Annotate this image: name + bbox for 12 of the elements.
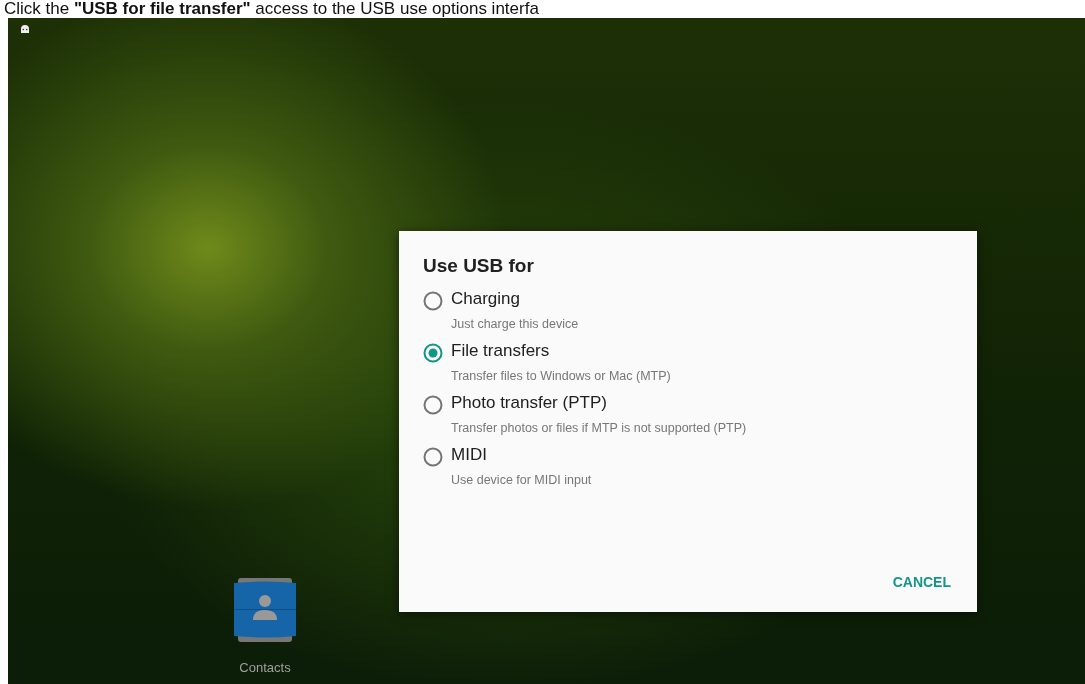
option-description: Transfer files to Windows or Mac (MTP) xyxy=(451,369,671,383)
option-label[interactable]: File transfers xyxy=(451,341,671,361)
option-description: Just charge this device xyxy=(451,317,579,331)
option-label[interactable]: MIDI xyxy=(451,445,592,465)
caption-text: Click the "USB for file transfer" access to the USB use options interfa xyxy=(3,0,540,18)
dialog-title: Use USB for xyxy=(423,255,535,277)
option-description: Use device for MIDI input xyxy=(451,473,592,487)
option-label[interactable]: Charging xyxy=(451,289,579,309)
option-label[interactable]: Photo transfer (PTP) xyxy=(451,393,747,413)
cancel-button[interactable]: CANCEL xyxy=(890,568,953,596)
option-description: Transfer photos or files if MTP is not supported (PTP) xyxy=(451,421,747,435)
app-label[interactable]: Contacts xyxy=(239,660,291,675)
